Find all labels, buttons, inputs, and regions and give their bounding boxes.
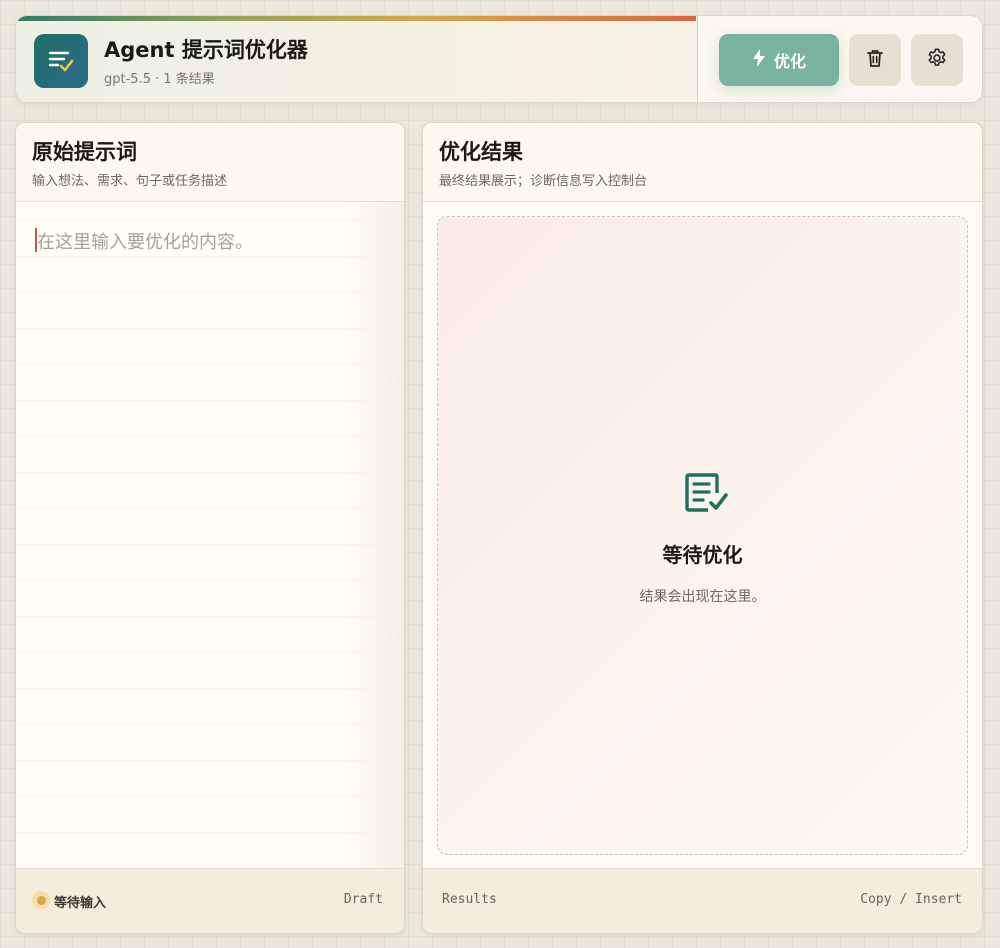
input-panel-footer: 等待输入 Draft: [16, 868, 404, 933]
gear-icon: [926, 47, 948, 73]
model-status: gpt-5.5 · 1 条结果: [104, 72, 215, 87]
input-panel-subtitle: 输入想法、需求、句子或任务描述: [32, 174, 228, 189]
result-panel-header: 优化结果 最终结果展示；诊断信息写入控制台: [423, 123, 982, 202]
bolt-icon: [752, 49, 766, 71]
header-accent-bar: [16, 16, 696, 21]
empty-state-title: 等待优化: [662, 543, 743, 567]
trash-icon: [866, 48, 884, 72]
status-text: 等待输入: [54, 896, 107, 911]
result-panel-subtitle: 最终结果展示；诊断信息写入控制台: [439, 174, 648, 189]
clear-button[interactable]: [849, 34, 901, 86]
status-dot: [36, 895, 46, 905]
document-check-icon: [682, 471, 730, 513]
result-panel-footer: Results Copy / Insert: [423, 868, 982, 933]
input-panel-title: 原始提示词: [32, 140, 137, 164]
result-output-area: 等待优化 结果会出现在这里。: [437, 216, 968, 855]
text-caret: [35, 228, 37, 252]
settings-button[interactable]: [911, 34, 963, 86]
result-panel: 优化结果 最终结果展示；诊断信息写入控制台 等待优化 结果会出现在这里。 Res…: [422, 122, 983, 934]
empty-state-subtitle: 结果会出现在这里。: [639, 589, 766, 605]
results-label: Results: [442, 892, 497, 907]
input-panel: 原始提示词 输入想法、需求、句子或任务描述 在这里输入要优化的内容。 等待输入 …: [15, 122, 405, 934]
input-panel-header: 原始提示词 输入想法、需求、句子或任务描述: [16, 123, 404, 202]
copy-insert-label: Copy / Insert: [860, 892, 962, 907]
list-check-icon: [34, 34, 88, 88]
prompt-input-placeholder: 在这里输入要优化的内容。: [37, 232, 253, 253]
draft-label: Draft: [343, 892, 383, 907]
app-header: Agent 提示词优化器 gpt-5.5 · 1 条结果 优化: [15, 15, 983, 103]
result-panel-title: 优化结果: [439, 140, 523, 164]
editor-shade: [344, 202, 404, 870]
header-divider: [697, 16, 698, 102]
optimize-button-label: 优化: [773, 52, 806, 71]
optimize-button[interactable]: 优化: [719, 34, 839, 86]
app-title: Agent 提示词优化器: [104, 38, 308, 62]
status-indicator: [32, 891, 50, 909]
prompt-input[interactable]: 在这里输入要优化的内容。: [16, 202, 404, 870]
